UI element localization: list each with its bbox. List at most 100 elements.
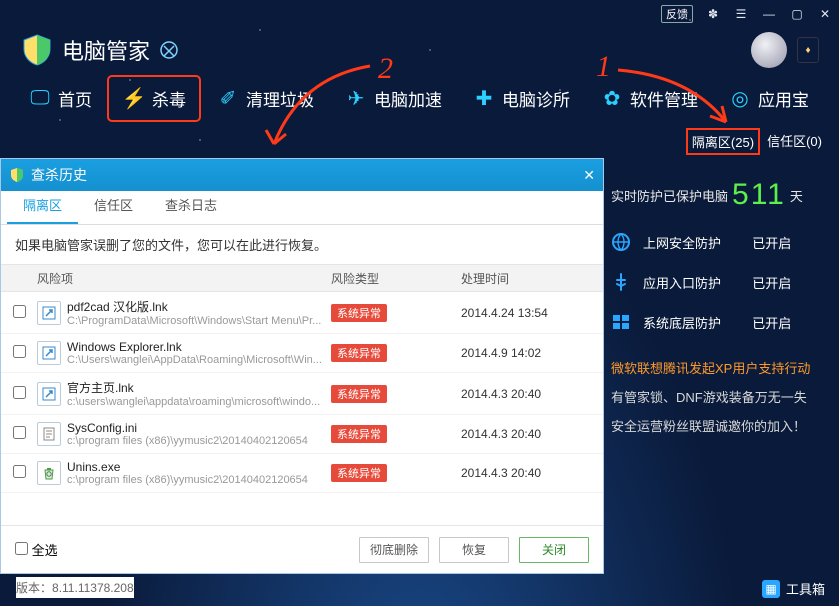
promo-text-2: 安全运营粉丝联盟诚邀你的加入！ xyxy=(611,416,829,435)
row-path: c:\program files (x86)\yymusic2\20140402… xyxy=(67,474,331,486)
stethoscope-icon: ✚ xyxy=(472,87,496,111)
app-title: 电脑管家 xyxy=(62,34,150,66)
restore-button[interactable]: 恢复 xyxy=(439,537,509,563)
row-name: Windows Explorer.lnk xyxy=(67,340,331,354)
promo-link[interactable]: 微软联想腾讯发起XP用户支持行动 xyxy=(611,358,829,377)
bolt-icon: ⚡ xyxy=(122,87,146,111)
row-time: 2014.4.3 20:40 xyxy=(461,427,591,441)
row-path: C:\Users\wanglei\AppData\Roaming\Microso… xyxy=(67,354,331,366)
row-checkbox[interactable] xyxy=(13,386,26,399)
file-icon xyxy=(37,341,61,365)
risk-badge: 系统异常 xyxy=(331,464,387,482)
file-icon xyxy=(37,461,61,485)
user-area: ♦ xyxy=(751,32,819,68)
dialog-hint: 如果电脑管家误删了您的文件，您可以在此进行恢复。 xyxy=(1,225,603,264)
quarantine-link[interactable]: 隔离区(25) xyxy=(686,128,760,155)
titlebar: 反馈 ✽ ☰ — ▢ ✕ xyxy=(0,0,839,28)
app-shield-icon xyxy=(20,33,54,67)
row-checkbox[interactable] xyxy=(13,426,26,439)
file-icon xyxy=(37,382,61,406)
usb-icon xyxy=(611,272,631,292)
nav-speed[interactable]: ✈电脑加速 xyxy=(330,76,456,121)
sidebar: 实时防护已保护电脑 511 天 上网安全防护 已开启 应用入口防护 已开启 系统… xyxy=(605,160,835,560)
row-checkbox[interactable] xyxy=(13,465,26,478)
row-time: 2014.4.9 14:02 xyxy=(461,346,591,360)
risk-badge: 系统异常 xyxy=(331,425,387,443)
brush-icon: ✐ xyxy=(216,87,240,111)
feedback-button[interactable]: 反馈 xyxy=(661,5,693,23)
tab-trust[interactable]: 信任区 xyxy=(78,187,149,224)
vip-shield-icon[interactable]: ♦ xyxy=(797,37,819,63)
monitor-icon: 🖵 xyxy=(28,87,52,111)
protect-summary: 实时防护已保护电脑 511 天 xyxy=(611,178,829,212)
col-time: 处理时间 xyxy=(461,270,591,287)
titlebar-close-button[interactable]: ✕ xyxy=(817,7,833,21)
menu-icon[interactable]: ☰ xyxy=(733,7,749,21)
tab-log[interactable]: 查杀日志 xyxy=(149,187,233,224)
dialog-shield-icon xyxy=(9,167,25,183)
delete-button[interactable]: 彻底删除 xyxy=(359,537,429,563)
row-name: SysConfig.ini xyxy=(67,421,331,435)
globe-icon xyxy=(611,232,631,252)
feat-system: 系统底层防护 已开启 xyxy=(611,312,829,332)
row-path: c:\users\wanglei\appdata\roaming\microso… xyxy=(67,396,331,408)
main-nav: 🖵首页 ⚡杀毒 ✐清理垃圾 ✈电脑加速 ✚电脑诊所 ✿软件管理 ◎应用宝 xyxy=(0,68,839,135)
dialog-footer: 全选 彻底删除 恢复 关闭 xyxy=(1,525,603,573)
table-row[interactable]: pdf2cad 汉化版.lnkC:\ProgramData\Microsoft\… xyxy=(1,292,603,334)
nav-appstore[interactable]: ◎应用宝 xyxy=(714,76,823,121)
feat-entry: 应用入口防护 已开启 xyxy=(611,272,829,292)
nav-clean[interactable]: ✐清理垃圾 xyxy=(202,76,328,121)
table-row[interactable]: SysConfig.inic:\program files (x86)\yymu… xyxy=(1,415,603,454)
dialog-close-icon[interactable]: ✕ xyxy=(583,167,595,184)
right-stat-links: 隔离区(25) 信任区(0) xyxy=(686,128,827,155)
row-path: C:\ProgramData\Microsoft\Windows\Start M… xyxy=(67,315,331,327)
file-icon xyxy=(37,422,61,446)
file-icon xyxy=(37,301,61,325)
row-name: Unins.exe xyxy=(67,460,331,474)
promo-text-1: 有管家锁、DNF游戏装备万无一失 xyxy=(611,387,829,406)
rocket-icon: ✈ xyxy=(344,87,368,111)
col-item: 风险项 xyxy=(37,270,331,287)
appstore-icon: ◎ xyxy=(728,87,752,111)
brand: 电脑管家 xyxy=(20,33,180,67)
select-all-checkbox[interactable] xyxy=(15,542,28,555)
table-row[interactable]: Unins.exec:\program files (x86)\yymusic2… xyxy=(1,454,603,493)
app-sub-icon xyxy=(158,39,180,61)
table-body: pdf2cad 汉化版.lnkC:\ProgramData\Microsoft\… xyxy=(1,292,603,525)
header: 电脑管家 ♦ xyxy=(0,28,839,68)
table-row[interactable]: 官方主页.lnkc:\users\wanglei\appdata\roaming… xyxy=(1,373,603,415)
row-name: 官方主页.lnk xyxy=(67,379,331,396)
table-row[interactable]: Windows Explorer.lnkC:\Users\wanglei\App… xyxy=(1,334,603,373)
toolbox-icon: ▦ xyxy=(762,580,780,598)
avatar[interactable] xyxy=(751,32,787,68)
row-checkbox[interactable] xyxy=(13,305,26,318)
version-label: 版本：8.11.11378.208 xyxy=(16,577,134,598)
nav-antivirus[interactable]: ⚡杀毒 xyxy=(108,76,200,121)
risk-badge: 系统异常 xyxy=(331,344,387,362)
select-all[interactable]: 全选 xyxy=(15,540,58,559)
row-path: c:\program files (x86)\yymusic2\20140402… xyxy=(67,435,331,447)
nav-software[interactable]: ✿软件管理 xyxy=(586,76,712,121)
maximize-button[interactable]: ▢ xyxy=(789,7,805,21)
row-name: pdf2cad 汉化版.lnk xyxy=(67,298,331,315)
close-button[interactable]: 关闭 xyxy=(519,537,589,563)
trust-link[interactable]: 信任区(0) xyxy=(762,128,827,155)
row-time: 2014.4.24 13:54 xyxy=(461,306,591,320)
row-time: 2014.4.3 20:40 xyxy=(461,466,591,480)
history-dialog: 查杀历史 ✕ 隔离区 信任区 查杀日志 如果电脑管家误删了您的文件，您可以在此进… xyxy=(0,158,604,574)
dialog-tabs: 隔离区 信任区 查杀日志 xyxy=(1,191,603,225)
table-header: 风险项 风险类型 处理时间 xyxy=(1,264,603,292)
protect-days: 511 xyxy=(732,178,786,212)
minimize-button[interactable]: — xyxy=(761,7,777,21)
row-time: 2014.4.3 20:40 xyxy=(461,387,591,401)
nav-clinic[interactable]: ✚电脑诊所 xyxy=(458,76,584,121)
feat-web: 上网安全防护 已开启 xyxy=(611,232,829,252)
row-checkbox[interactable] xyxy=(13,345,26,358)
col-type: 风险类型 xyxy=(331,270,461,287)
gear-icon: ✿ xyxy=(600,87,624,111)
risk-badge: 系统异常 xyxy=(331,385,387,403)
nav-home[interactable]: 🖵首页 xyxy=(14,76,106,121)
skin-icon[interactable]: ✽ xyxy=(705,7,721,21)
tab-quarantine[interactable]: 隔离区 xyxy=(7,187,78,224)
toolbox-button[interactable]: ▦ 工具箱 xyxy=(762,579,825,598)
